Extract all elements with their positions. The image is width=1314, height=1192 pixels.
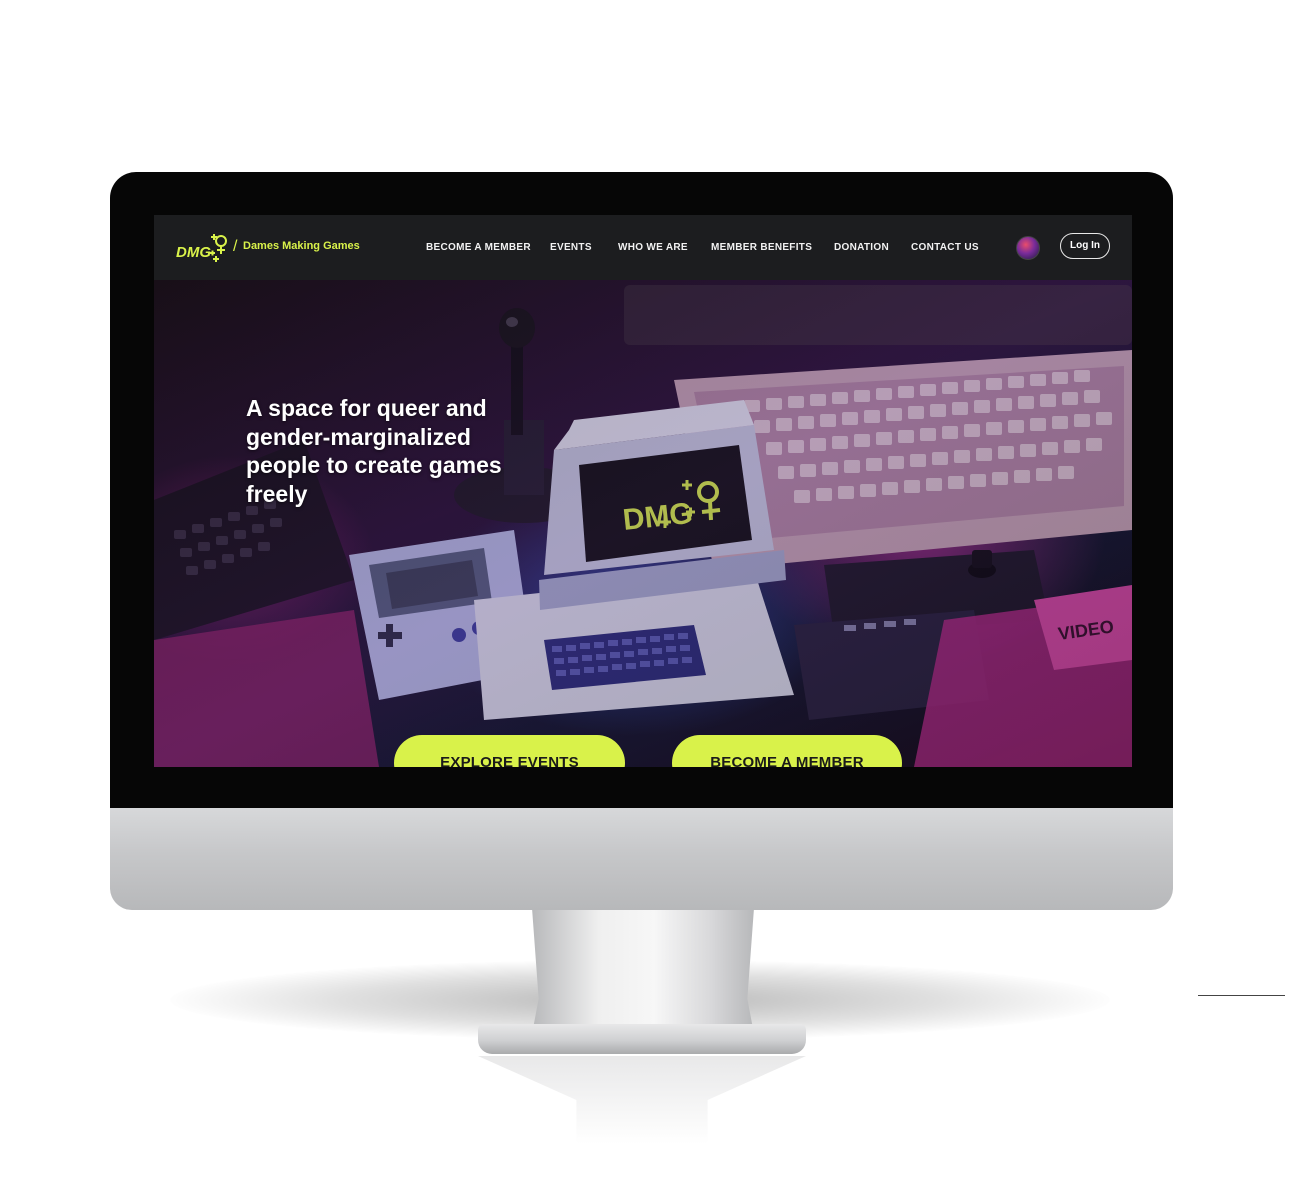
nav-contact-us[interactable]: CONTACT US [911,242,979,253]
dmg-logo-icon[interactable]: DMG [176,232,232,262]
nav-events[interactable]: EVENTS [550,242,592,253]
hero-retro-computer-image: DMG VIDEO [154,280,1132,767]
nav-become-a-member[interactable]: BECOME A MEMBER [426,242,531,253]
site-name[interactable]: Dames Making Games [243,240,360,252]
stand-reflection [478,1056,806,1166]
hero-heading: A space for queer and gender-marginalize… [246,395,502,507]
login-button[interactable]: Log In [1060,233,1110,259]
logo-divider: / [233,238,238,255]
monitor-stand-neck [532,908,754,1034]
nav-who-we-are[interactable]: WHO WE ARE [618,242,688,253]
decorative-line [1198,995,1285,996]
user-avatar[interactable] [1016,236,1040,260]
nav-member-benefits[interactable]: MEMBER BENEFITS [711,242,812,253]
nav-donation[interactable]: DONATION [834,242,889,253]
become-a-member-button[interactable]: BECOME A MEMBER [672,735,902,767]
monitor-chin [110,808,1173,910]
top-navigation: DMG / Dames Making Games BECOME A MEMBER… [154,215,1132,280]
explore-events-button[interactable]: EXPLORE EVENTS [394,735,625,767]
hero-section: DMG VIDEO A space for queer and gender-m… [154,280,1132,767]
website-screen: DMG / Dames Making Games BECOME A MEMBER… [154,215,1132,767]
monitor-stand-foot [478,1024,806,1054]
svg-text:DMG: DMG [176,244,211,261]
